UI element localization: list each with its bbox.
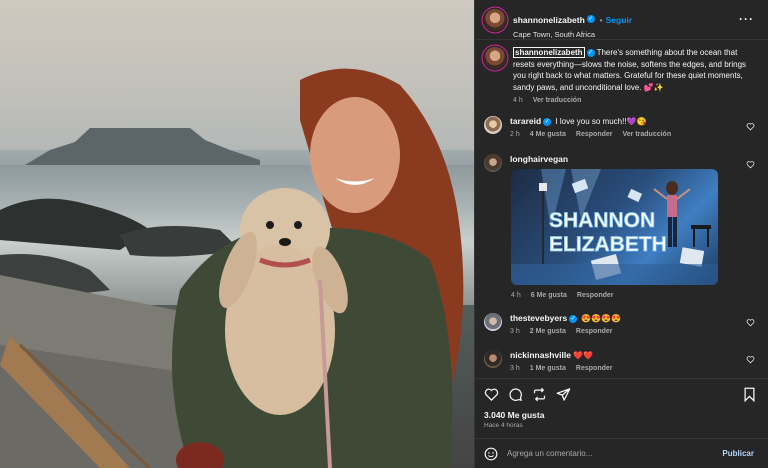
comment-composer: Agrega un comentario... Publicar	[475, 438, 768, 468]
likes-count[interactable]: 3.040 Me gusta	[484, 410, 544, 420]
header-divider	[475, 39, 768, 40]
post-location[interactable]: Cape Town, South Africa	[513, 30, 632, 39]
verified-badge-icon: ✓	[586, 14, 595, 23]
commenter-avatar[interactable]	[484, 313, 502, 331]
caption-meta: 4 h Ver traducción	[513, 97, 753, 104]
comment-body: thestevebyers ✓ 😍😍😍😍 3 h 2 Me gusta Respond…	[510, 313, 622, 335]
comment-reply-button[interactable]: Responder	[576, 131, 613, 138]
comment-like-heart-icon[interactable]	[746, 160, 755, 169]
comment-translate-link[interactable]: Ver traducción	[622, 131, 671, 138]
bookmark-icon[interactable]	[743, 387, 756, 402]
comment-meta: 4 h 6 Me gusta Responder	[511, 292, 623, 299]
comment-username[interactable]: nickinnashville	[510, 350, 571, 360]
post-timestamp: Hace 4 horas	[484, 422, 523, 429]
comment-likes[interactable]: 2 Me gusta	[530, 328, 566, 335]
caption-body: shannonelizabeth ✓ There's something about…	[513, 47, 753, 104]
comment-likes[interactable]: 1 Me gusta	[530, 365, 566, 372]
verified-badge-icon: ✓	[543, 117, 552, 126]
post-photo[interactable]	[0, 0, 474, 468]
commenter-avatar[interactable]	[484, 116, 502, 134]
comment-age: 3 h	[510, 365, 520, 372]
comment-meta: 2 h 4 Me gusta Responder Ver traducción	[510, 131, 681, 138]
comment-reply-button[interactable]: Responder	[576, 328, 613, 335]
verified-badge-icon: ✓	[569, 314, 578, 323]
share-icon[interactable]	[532, 387, 547, 402]
comment-icon[interactable]	[508, 387, 523, 402]
comment-username[interactable]: longhairvegan	[510, 154, 568, 164]
comment-age: 2 h	[510, 131, 520, 138]
comment-like-heart-icon[interactable]	[746, 122, 755, 131]
comment-meta: 3 h 2 Me gusta Responder	[510, 328, 622, 335]
commenter-avatar[interactable]	[484, 154, 502, 172]
post-sidebar: shannonelizabeth ✓ • Seguir Cape Town, Sout…	[474, 0, 768, 468]
comment-like-heart-icon[interactable]	[746, 318, 755, 327]
comment-username[interactable]: tarareid	[510, 116, 541, 126]
sticker-title-line1: SHANNON	[549, 209, 655, 232]
more-options-icon[interactable]: ···	[739, 12, 754, 26]
caption-username[interactable]: shannonelizabeth	[513, 47, 585, 58]
caption-age: 4 h	[513, 97, 523, 104]
actions-divider	[475, 378, 768, 379]
caption-translate-link[interactable]: Ver traducción	[533, 97, 582, 104]
comment-meta: 3 h 1 Me gusta Responder	[510, 365, 622, 372]
comment-body: tarareid ✓ I love you so much!!💜😘 2 h 4 Me…	[510, 116, 681, 138]
comment-item: tarareid ✓ I love you so much!!💜😘 2 h 4 Me…	[484, 116, 681, 138]
publish-button[interactable]: Publicar	[722, 449, 754, 458]
author-avatar[interactable]	[484, 9, 506, 31]
post-header: shannonelizabeth ✓ • Seguir Cape Town, Sout…	[484, 9, 632, 39]
separator-dot: •	[599, 16, 603, 25]
photo-woman-holding-dog	[172, 68, 464, 468]
verified-badge-icon: ✓	[586, 48, 595, 57]
comment-age: 3 h	[510, 328, 520, 335]
post-action-bar	[484, 385, 760, 405]
emoji-icon[interactable]	[484, 447, 498, 461]
follow-button[interactable]: Seguir	[606, 15, 632, 25]
comment-body: nickinnashville ❤️❤️ 3 h 1 Me gusta Respon…	[510, 350, 622, 372]
comment-text: 😍😍😍😍	[581, 314, 622, 323]
post-caption-row: shannonelizabeth ✓ There's something about…	[484, 47, 753, 104]
commenter-avatar[interactable]	[484, 350, 502, 368]
comment-reply-button[interactable]: Responder	[577, 292, 614, 299]
comment-reply-button[interactable]: Responder	[576, 365, 613, 372]
comment-input[interactable]: Agrega un comentario...	[507, 449, 592, 458]
post-modal: shannonelizabeth ✓ • Seguir Cape Town, Sout…	[0, 0, 768, 468]
comment-sticker-image[interactable]: SHANNON ELIZABETH	[511, 169, 718, 285]
comment-username[interactable]: thestevebyers	[510, 313, 567, 323]
comment-likes[interactable]: 6 Me gusta	[531, 292, 567, 299]
comment-age: 4 h	[511, 292, 521, 299]
post-header-info: shannonelizabeth ✓ • Seguir Cape Town, Sout…	[513, 10, 632, 39]
comment-item: thestevebyers ✓ 😍😍😍😍 3 h 2 Me gusta Respond…	[484, 313, 622, 335]
author-username[interactable]: shannonelizabeth	[513, 15, 585, 25]
send-icon[interactable]	[556, 387, 571, 402]
heart-icon[interactable]	[484, 387, 499, 402]
caption-author-avatar[interactable]	[484, 47, 506, 69]
comment-item: nickinnashville ❤️❤️ 3 h 1 Me gusta Respon…	[484, 350, 622, 372]
sticker-artwork: SHANNON ELIZABETH	[511, 169, 718, 285]
comment-likes[interactable]: 4 Me gusta	[530, 131, 566, 138]
sticker-title-line2: ELIZABETH	[549, 233, 667, 256]
comment-text: ❤️❤️	[573, 351, 594, 360]
comment-like-heart-icon[interactable]	[746, 355, 755, 364]
comment-body: longhairvegan	[510, 154, 568, 165]
comment-text: I love you so much!!💜😘	[555, 117, 647, 126]
caption-text-block: shannonelizabeth ✓ There's something about…	[513, 47, 753, 93]
